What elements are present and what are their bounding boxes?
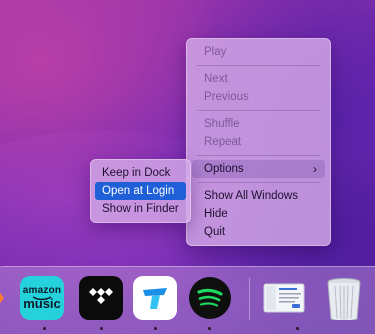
spotify-icon[interactable]	[188, 276, 232, 320]
submenu-item-keep-in-dock[interactable]: Keep in Dock	[95, 164, 186, 182]
tidal-logo-icon	[89, 288, 113, 304]
spotify-logo-icon	[189, 277, 231, 319]
submenu-item-open-at-login[interactable]: Open at Login	[95, 182, 186, 200]
running-indicator	[208, 327, 211, 330]
blue-t-logo-icon	[143, 288, 167, 309]
partial-app-icon[interactable]	[0, 283, 6, 313]
spotify-context-menu: Play Next Previous Shuffle Repeat Option…	[186, 38, 331, 246]
chevron-right-icon: ›	[313, 162, 317, 176]
trash-icon[interactable]	[322, 276, 366, 320]
menu-separator	[197, 65, 320, 66]
tidal-icon[interactable]	[79, 276, 123, 320]
trash-can-icon	[327, 278, 361, 320]
dock-divider	[249, 278, 250, 320]
menu-separator	[197, 155, 320, 156]
blue-t-app-icon[interactable]	[133, 276, 177, 320]
running-indicator	[43, 327, 46, 330]
amazon-music-icon-text-top: amazon	[22, 285, 62, 296]
desktop: Play Next Previous Shuffle Repeat Option…	[0, 0, 375, 334]
menu-item-hide[interactable]: Hide	[192, 205, 325, 223]
menu-item-options-label: Options	[204, 163, 244, 175]
document-thumbnail-icon	[263, 283, 305, 313]
options-submenu: Keep in Dock Open at Login Show in Finde…	[90, 159, 191, 223]
running-indicator	[154, 327, 157, 330]
document-preview-icon[interactable]	[262, 276, 306, 320]
menu-item-play[interactable]: Play	[192, 43, 325, 61]
running-indicator	[296, 327, 299, 330]
amazon-music-icon[interactable]: amazon music	[20, 276, 64, 320]
menu-item-repeat[interactable]: Repeat	[192, 133, 325, 151]
menu-item-quit[interactable]: Quit	[192, 223, 325, 241]
menu-item-next[interactable]: Next	[192, 70, 325, 88]
menu-item-previous[interactable]: Previous	[192, 88, 325, 106]
menu-separator	[197, 110, 320, 111]
amazon-smile-icon	[32, 296, 52, 301]
menu-item-options[interactable]: Options ›	[192, 160, 325, 178]
running-indicator	[100, 327, 103, 330]
submenu-item-show-in-finder[interactable]: Show in Finder	[95, 200, 186, 218]
menu-separator	[197, 182, 320, 183]
menu-item-show-all-windows[interactable]: Show All Windows	[192, 187, 325, 205]
menu-item-shuffle[interactable]: Shuffle	[192, 115, 325, 133]
